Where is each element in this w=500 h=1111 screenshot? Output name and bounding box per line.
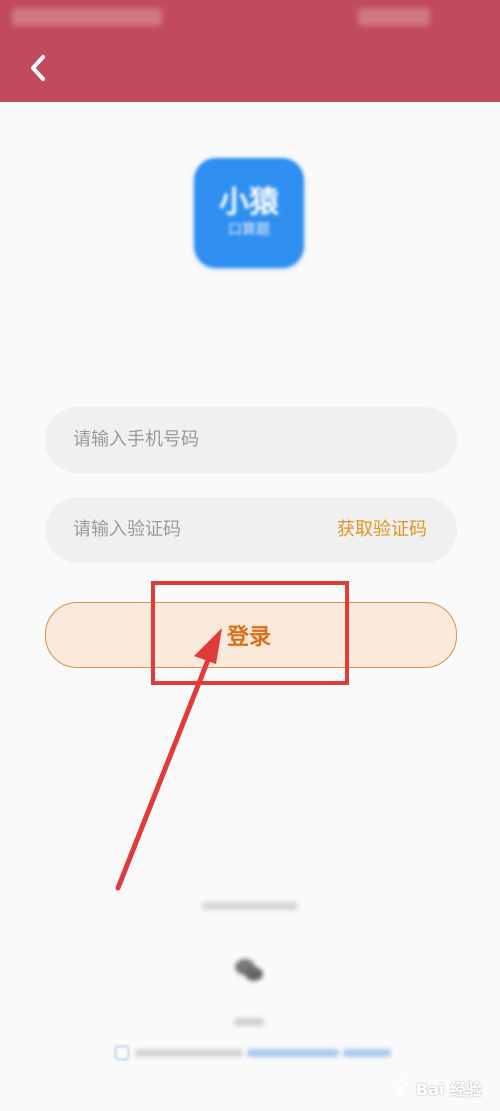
app-logo-title: 小猿	[219, 185, 279, 220]
paw-icon	[393, 1079, 409, 1096]
watermark-text: Bai 经验	[415, 1080, 482, 1099]
wechat-login-icon[interactable]	[232, 955, 266, 985]
app-logo: 小猿 口算题	[194, 158, 304, 268]
watermark: Bai 经验	[390, 1073, 482, 1103]
other-login-label-blurred	[234, 1018, 264, 1026]
status-bar-left-blurred	[12, 8, 162, 26]
phone-field[interactable]	[45, 407, 457, 473]
verification-code-input[interactable]	[73, 497, 313, 563]
login-button[interactable]: 登录	[45, 602, 457, 668]
get-code-button[interactable]: 获取验证码	[337, 497, 427, 563]
agreement-text-blurred	[135, 1049, 243, 1057]
agreement-row[interactable]	[115, 1044, 395, 1062]
login-button-label: 登录	[226, 625, 271, 650]
privacy-link-blurred[interactable]	[343, 1049, 391, 1057]
agreement-link-blurred[interactable]	[247, 1049, 339, 1057]
other-login-divider-blurred	[202, 902, 298, 910]
verification-code-field[interactable]: 获取验证码	[45, 497, 457, 563]
top-app-bar	[0, 0, 500, 102]
chevron-left-icon	[31, 55, 45, 81]
agreement-checkbox[interactable]	[115, 1046, 129, 1060]
status-bar-right-blurred	[358, 8, 430, 26]
back-button[interactable]	[18, 48, 58, 88]
app-logo-subtitle: 口算题	[228, 222, 270, 238]
phone-input[interactable]	[73, 407, 313, 473]
